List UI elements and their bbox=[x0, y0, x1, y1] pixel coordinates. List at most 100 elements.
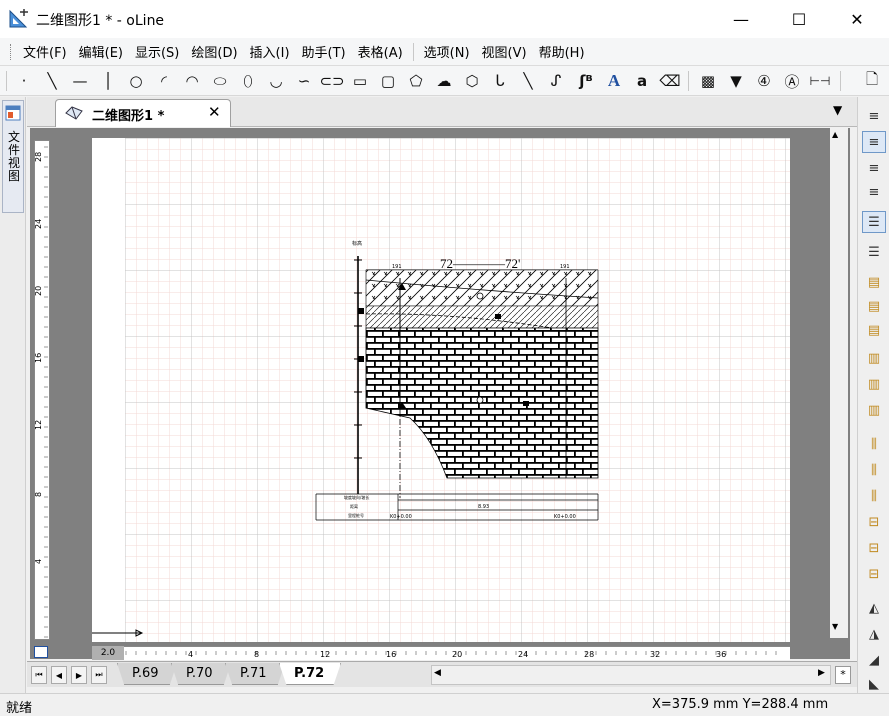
spline-icon[interactable]: ᒐ bbox=[490, 71, 510, 91]
rounded-rect-icon[interactable]: ▢ bbox=[378, 71, 398, 91]
horizontal-ruler-label: 28 bbox=[584, 650, 594, 659]
ruler-corner-box[interactable] bbox=[34, 646, 48, 658]
rectangle-icon[interactable]: ▭ bbox=[350, 71, 370, 91]
polyline-icon[interactable]: ⬠ bbox=[406, 71, 426, 91]
distribute-right-icon[interactable]: ▤ bbox=[862, 319, 886, 341]
polygon-icon[interactable]: ⬡ bbox=[462, 71, 482, 91]
menu-assistant[interactable]: 助手(T) bbox=[296, 42, 352, 61]
horizontal-scrollbar[interactable]: ◀ ▶ bbox=[431, 665, 831, 685]
toolbar-separator bbox=[840, 71, 841, 91]
dimension-icon[interactable]: ⊢⊣ bbox=[810, 71, 831, 91]
align-right-icon[interactable]: ≡ bbox=[862, 157, 886, 179]
new-page-icon[interactable]: 🗋 bbox=[862, 70, 882, 91]
line-icon[interactable]: ╲ bbox=[42, 71, 62, 91]
close-tab-icon[interactable]: ✕ bbox=[208, 103, 221, 121]
menu-help[interactable]: 帮助(H) bbox=[533, 42, 591, 61]
point-icon[interactable]: · bbox=[14, 71, 34, 91]
drawing-svg[interactable]: 标高 72————72' 191 191 坡度坡向/坡长 距离 里程桩号 8.9… bbox=[78, 138, 790, 642]
spline2-icon[interactable]: ╲ bbox=[518, 71, 538, 91]
menu-draw[interactable]: 绘图(D) bbox=[185, 42, 243, 61]
horizontal-ruler-label: 8 bbox=[254, 650, 259, 659]
cloud-icon[interactable]: ☁ bbox=[434, 71, 454, 91]
menu-edit[interactable]: 编辑(E) bbox=[73, 42, 129, 61]
hline-icon[interactable]: — bbox=[70, 71, 90, 91]
first-sheet-button[interactable]: ⏮ bbox=[31, 666, 47, 684]
align-center-icon[interactable]: ≡ bbox=[862, 131, 886, 153]
menu-file[interactable]: 文件(F) bbox=[17, 42, 73, 61]
oval-icon[interactable]: ⊂⊃ bbox=[319, 71, 344, 91]
space-equal-icon[interactable]: ⫼ bbox=[862, 485, 886, 507]
hatch-icon[interactable]: ▩ bbox=[698, 71, 718, 91]
distribute-top-icon[interactable]: ▥ bbox=[862, 347, 886, 369]
stack-middle-icon[interactable]: ⊟ bbox=[862, 537, 886, 559]
toolbar-grip bbox=[6, 71, 7, 91]
file-view-tab[interactable]: 文件视图 bbox=[2, 100, 24, 213]
distribute-bottom-icon[interactable]: ▥ bbox=[862, 399, 886, 421]
vertical-ruler-label: 4 bbox=[35, 559, 43, 564]
toolbar-separator bbox=[688, 71, 689, 91]
sheet-tab-p69[interactable]: P.69 bbox=[117, 663, 177, 685]
text-a-icon[interactable]: A bbox=[604, 71, 624, 91]
section-drawing[interactable]: 标高 72————72' 191 191 坡度坡向/坡长 距离 里程桩号 8.9… bbox=[315, 240, 599, 521]
curve-icon[interactable]: ◡ bbox=[266, 71, 286, 91]
close-window-button[interactable]: ✕ bbox=[832, 0, 882, 38]
curve2-icon[interactable]: ∽ bbox=[294, 71, 314, 91]
menu-separator bbox=[412, 42, 414, 61]
scroll-up-icon[interactable]: ▲ bbox=[832, 130, 838, 139]
spline3-icon[interactable]: ᔑ bbox=[546, 71, 566, 91]
elevation-icon[interactable]: ▼ bbox=[726, 71, 746, 91]
scroll-right-icon[interactable]: ▶ bbox=[818, 668, 825, 678]
vertical-scrollbar[interactable]: ▲ ▼ bbox=[830, 128, 848, 638]
menu-bar: 文件(F) 编辑(E) 显示(S) 绘图(D) 插入(I) 助手(T) 表格(A… bbox=[0, 38, 889, 66]
sheet-tab-bar: ⏮ ◀ ▶ ⏭ P.69 P.70 P.71 P.72 ◀ ▶ * bbox=[27, 661, 857, 687]
eraser-icon[interactable]: ⌫ bbox=[659, 71, 680, 91]
menu-options[interactable]: 选项(N) bbox=[418, 42, 476, 61]
menu-insert[interactable]: 插入(I) bbox=[244, 42, 296, 61]
align-middle-icon[interactable]: ☰ bbox=[862, 211, 886, 233]
vline-icon[interactable]: │ bbox=[98, 71, 118, 91]
asterisk-button[interactable]: * bbox=[835, 666, 851, 684]
title-bar: 二维图形1 * - oLine — ☐ ✕ bbox=[0, 0, 889, 38]
distribute-left-icon[interactable]: ▤ bbox=[862, 271, 886, 293]
ellipse-icon[interactable]: ⬯ bbox=[238, 71, 258, 91]
prev-sheet-button[interactable]: ◀ bbox=[51, 666, 67, 684]
space-horizontal-icon[interactable]: ⫼ bbox=[862, 433, 886, 455]
align-justify-icon[interactable]: ≡ bbox=[862, 181, 886, 203]
distribute-center-icon[interactable]: ▤ bbox=[862, 295, 886, 317]
scroll-left-icon[interactable]: ◀ bbox=[434, 668, 441, 678]
document-tab[interactable]: 二维图形1 * ✕ bbox=[55, 99, 231, 127]
text-small-a-icon[interactable]: a bbox=[632, 71, 652, 91]
rotate-reverse-icon[interactable]: ◣ bbox=[862, 673, 886, 695]
menu-table[interactable]: 表格(A) bbox=[352, 42, 409, 61]
rotate-icon[interactable]: ◢ bbox=[862, 649, 886, 671]
minimize-button[interactable]: — bbox=[716, 0, 766, 38]
last-sheet-button[interactable]: ⏭ bbox=[91, 666, 107, 684]
sheet-tab-p70[interactable]: P.70 bbox=[171, 663, 231, 685]
sheet-tab-p72[interactable]: P.72 bbox=[279, 663, 341, 685]
menu-display[interactable]: 显示(S) bbox=[129, 42, 185, 61]
arc-icon[interactable]: ◜ bbox=[154, 71, 174, 91]
spline-b-icon[interactable]: ʃᴮ bbox=[576, 71, 596, 91]
next-sheet-button[interactable]: ▶ bbox=[71, 666, 87, 684]
menu-view[interactable]: 视图(V) bbox=[476, 42, 533, 61]
north-icon[interactable]: ④ bbox=[754, 71, 774, 91]
flip-vertical-icon[interactable]: ◮ bbox=[862, 623, 886, 645]
tab-list-dropdown-icon[interactable]: ▼ bbox=[833, 103, 842, 117]
compass-icon[interactable]: Ⓐ bbox=[782, 71, 802, 91]
stack-bottom-icon[interactable]: ⊟ bbox=[862, 563, 886, 585]
scroll-down-icon[interactable]: ▼ bbox=[832, 622, 838, 631]
maximize-button[interactable]: ☐ bbox=[774, 0, 824, 38]
stack-top-icon[interactable]: ⊟ bbox=[862, 511, 886, 533]
sheet-tab-p71[interactable]: P.71 bbox=[225, 663, 285, 685]
distribute-middle-icon[interactable]: ▥ bbox=[862, 373, 886, 395]
flip-horizontal-icon[interactable]: ◭ bbox=[862, 597, 886, 619]
drawing-page[interactable]: 标高 72————72' 191 191 坡度坡向/坡长 距离 里程桩号 8.9… bbox=[78, 138, 790, 642]
horizontal-ruler-label: 24 bbox=[518, 650, 528, 659]
circle-icon[interactable]: ○ bbox=[126, 71, 146, 91]
ellipse-arc-icon[interactable]: ⬭ bbox=[210, 71, 230, 91]
header-right-value: 191 bbox=[560, 264, 570, 270]
align-left-icon[interactable]: ≡ bbox=[862, 105, 886, 127]
align-bottom-icon[interactable]: ☰ bbox=[862, 241, 886, 263]
arc2-icon[interactable]: ◠ bbox=[182, 71, 202, 91]
space-vertical-icon[interactable]: ⫼ bbox=[862, 459, 886, 481]
